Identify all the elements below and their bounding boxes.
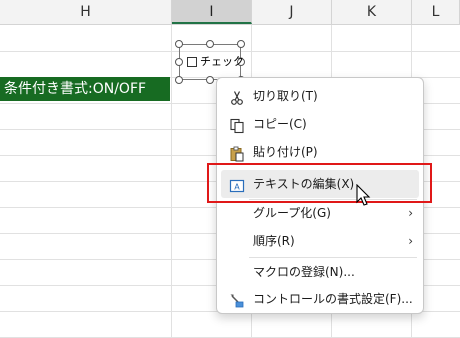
menu-item-label: 貼り付け(P): [253, 145, 318, 159]
menu-item-copy[interactable]: コピー(C): [221, 110, 419, 138]
scissors-icon: [229, 88, 245, 105]
resize-handle-top-right[interactable]: [237, 40, 245, 48]
menu-item-label: 順序(R): [253, 234, 295, 248]
menu-item-group[interactable]: グループ化(G) ›: [221, 199, 419, 227]
copy-icon: [229, 116, 245, 134]
menu-item-order[interactable]: 順序(R) ›: [221, 227, 419, 255]
resize-handle-top-left[interactable]: [175, 40, 183, 48]
column-header-h[interactable]: H: [0, 0, 172, 24]
conditional-format-cell[interactable]: 条件付き書式:ON/OFF: [0, 77, 170, 101]
resize-handle-bottom[interactable]: [206, 76, 214, 84]
resize-handle-left[interactable]: [175, 58, 183, 66]
submenu-arrow-icon: ›: [408, 234, 413, 248]
column-header-k[interactable]: K: [332, 0, 412, 24]
menu-item-label: 切り取り(T): [253, 89, 318, 103]
checkbox-control[interactable]: チェック: [175, 40, 245, 84]
menu-item-paste[interactable]: 貼り付け(P): [221, 138, 419, 166]
highlight-annotation: [207, 163, 432, 203]
menu-item-assign-macro[interactable]: マクロの登録(N)...: [221, 258, 419, 286]
menu-item-format-control[interactable]: コントロールの書式設定(F)...: [221, 285, 419, 313]
checkbox-label: チェック: [200, 55, 244, 68]
menu-item-cut[interactable]: 切り取り(T): [221, 82, 419, 110]
submenu-arrow-icon: ›: [408, 206, 413, 220]
menu-item-label: マクロの登録(N)...: [253, 265, 355, 279]
format-control-icon: [229, 291, 245, 308]
resize-handle-top[interactable]: [206, 40, 214, 48]
menu-item-label: コントロールの書式設定(F)...: [253, 292, 413, 306]
checkbox-box[interactable]: [187, 57, 197, 67]
column-header-i[interactable]: I: [172, 0, 252, 24]
column-header-j[interactable]: J: [252, 0, 332, 24]
paste-icon: [229, 144, 245, 162]
resize-handle-bottom-left[interactable]: [175, 76, 183, 84]
mouse-pointer-icon: [356, 183, 372, 208]
menu-item-label: コピー(C): [253, 117, 307, 131]
column-header-l[interactable]: L: [412, 0, 460, 24]
column-header-row: H I J K L: [0, 0, 460, 25]
menu-item-label: グループ化(G): [253, 206, 331, 220]
